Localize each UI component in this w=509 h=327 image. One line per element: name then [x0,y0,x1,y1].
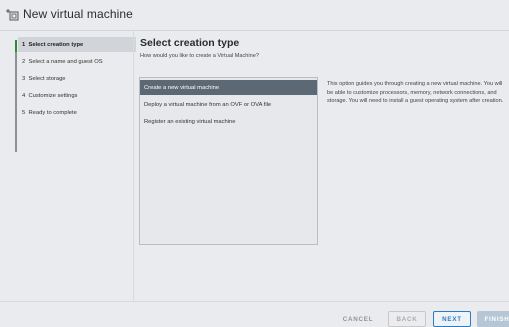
title-bar: New virtual machine [0,0,509,28]
step-customize-settings[interactable]: 4 Customize settings [18,88,136,103]
option-deploy-ovf-ova[interactable]: Deploy a virtual machine from an OVF or … [140,97,317,112]
option-label: Deploy a virtual machine from an OVF or … [144,101,272,108]
step-label: Customize settings [28,92,78,99]
active-step-marker [15,40,17,52]
page-title: Select creation type [140,37,240,49]
option-label: Create a new virtual machine [144,84,220,91]
option-label: Register an existing virtual machine [144,118,236,125]
option-description: This option guides you through creating … [327,81,504,105]
step-number: 1 [22,41,26,48]
option-create-new-vm[interactable]: Create a new virtual machine [140,80,317,95]
window-title: New virtual machine [23,7,133,21]
step-label: Select storage [28,75,66,82]
step-select-name-guest-os[interactable]: 2 Select a name and guest OS [18,54,136,69]
header-divider [0,30,509,31]
new-vm-icon [6,9,19,21]
creation-type-list[interactable]: Create a new virtual machine Deploy a vi… [139,77,318,245]
footer-divider [0,301,509,302]
steps-sidebar: 1 Select creation type 2 Select a name a… [12,36,136,316]
step-number: 5 [22,109,26,116]
steps-track [15,40,17,152]
step-select-creation-type[interactable]: 1 Select creation type [18,37,136,52]
step-label: Ready to complete [28,109,77,116]
step-number: 2 [22,58,26,65]
step-number: 4 [22,92,26,99]
step-number: 3 [22,75,26,82]
step-label: Select a name and guest OS [28,58,103,65]
option-register-existing-vm[interactable]: Register an existing virtual machine [140,114,317,129]
page-subtitle: How would you like to create a Virtual M… [140,53,259,59]
step-ready-to-complete[interactable]: 5 Ready to complete [18,105,136,120]
step-label: Select creation type [28,41,84,48]
sidebar-divider [133,31,134,301]
step-select-storage[interactable]: 3 Select storage [18,71,136,86]
